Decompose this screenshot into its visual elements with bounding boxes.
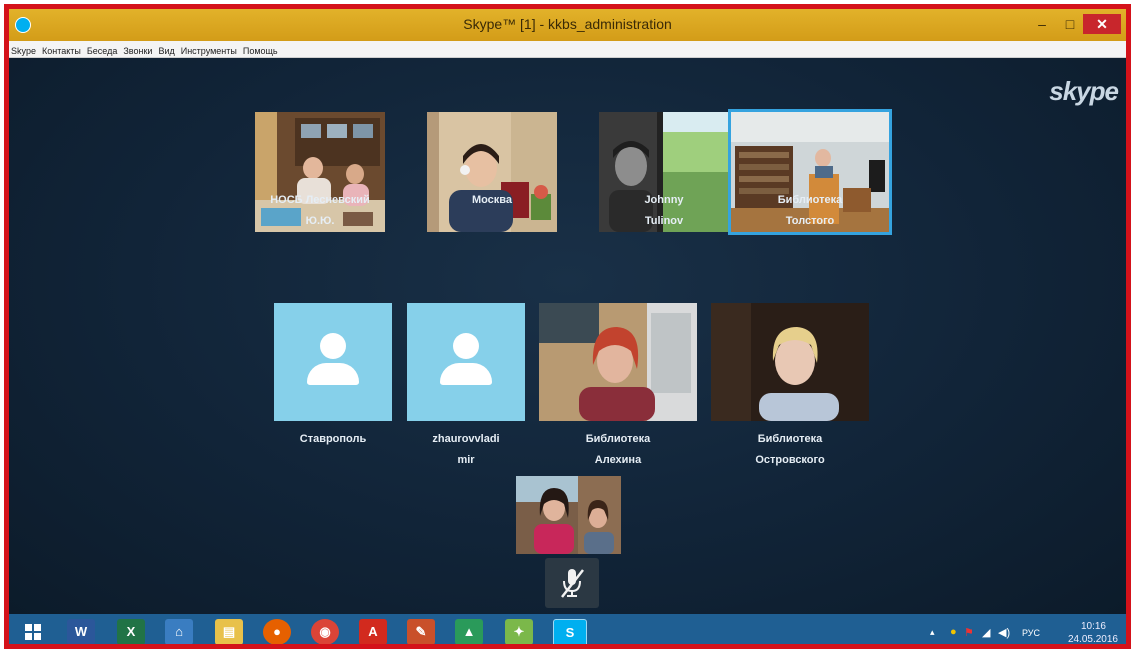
menu-contacts[interactable]: Контакты [39, 43, 84, 57]
participant-name-line2: mir [457, 454, 475, 466]
participant-name-moscow: Москва [417, 190, 567, 211]
menu-tools[interactable]: Инструменты [178, 43, 240, 57]
drive-icon[interactable]: ▲ [455, 619, 483, 644]
participant-video-library-alekhin[interactable] [539, 303, 697, 421]
video-frame [711, 303, 869, 421]
volume-icon[interactable]: ◀) [998, 626, 1010, 639]
avatar-placeholder-icon [320, 333, 346, 359]
menu-conversation[interactable]: Беседа [84, 43, 120, 57]
participant-name-line2: Алехина [594, 454, 642, 466]
firefox-icon[interactable]: ● [263, 619, 291, 644]
participant-name-line1: Библиотека [585, 433, 651, 445]
skype-window: Skype™ [1] - kkbs_administration – □ ✕ S… [4, 4, 1131, 649]
paint-icon[interactable]: ✎ [407, 619, 435, 644]
participant-name-stavropol: Ставрополь [258, 429, 408, 450]
file-explorer-icon[interactable]: ▤ [215, 619, 243, 644]
video-frame [539, 303, 697, 421]
participant-name-line2: Tulinov [644, 215, 684, 227]
mute-microphone-button[interactable] [545, 558, 599, 608]
acrobat-icon[interactable]: A [359, 619, 387, 644]
participant-name-library-tolstoy: Библиотека Толстого [735, 190, 885, 232]
menu-bar: Skype Контакты Беседа Звонки Вид Инструменты П… [9, 41, 1126, 58]
windows-start-button[interactable] [13, 619, 53, 644]
clock-date[interactable]: 24.05.2016 [1068, 634, 1118, 644]
participant-name-line1: Ставрополь [299, 433, 367, 445]
video-frame [516, 476, 621, 554]
self-video-preview[interactable] [516, 476, 621, 554]
video-frame [427, 112, 557, 232]
clock-time[interactable]: 10:16 [1081, 621, 1106, 632]
windows-taskbar: W X ⌂ ▤ ● ◉ A ✎ ▲ ✦ S ▴ ● ⚑ ◢ ◀) РУС 10:… [9, 614, 1126, 644]
participant-name-line2: Толстого [785, 215, 835, 227]
participant-name-line2: Ю.Ю. [305, 215, 335, 227]
microphone-muted-icon [561, 569, 584, 598]
minimize-button[interactable]: – [1031, 14, 1053, 34]
maximize-button[interactable]: □ [1059, 14, 1081, 34]
skype-logo: skype [1049, 76, 1119, 106]
participant-name-line1: НОСБ Лесневский [270, 194, 370, 206]
menu-calls[interactable]: Звонки [120, 43, 155, 57]
menu-skype[interactable]: Skype [9, 43, 39, 57]
participant-name-johnny-tulinov: Johnny Tulinov [589, 190, 739, 232]
participant-name-zhaurovvladimir: zhaurovvladi mir [391, 429, 541, 471]
tray-flag-icon[interactable]: ⚑ [964, 626, 974, 639]
participant-video-library-ostrovsky[interactable] [711, 303, 869, 421]
menu-view[interactable]: Вид [155, 43, 177, 57]
title-bar[interactable]: Skype™ [1] - kkbs_administration – □ ✕ [9, 9, 1126, 41]
network-icon[interactable]: ⌂ [165, 619, 193, 644]
participant-name-line1: Библиотека [777, 194, 843, 206]
participant-avatar-zhaurovvladimir[interactable] [407, 303, 525, 421]
word-icon[interactable]: W [67, 619, 95, 644]
tray-warning-icon[interactable]: ● [950, 626, 957, 638]
call-stage: skype НОСБ Лесневский Ю.Ю. Москва Johnny… [9, 58, 1126, 614]
system-tray: ▴ ● ⚑ ◢ ◀) РУС 10:16 24.05.2016 [930, 618, 1120, 644]
close-button[interactable]: ✕ [1083, 14, 1121, 34]
participant-name-line1: Библиотека [757, 433, 823, 445]
chrome-icon[interactable]: ◉ [311, 619, 339, 644]
avatar-placeholder-body [307, 363, 359, 385]
participant-avatar-stavropol[interactable] [274, 303, 392, 421]
participant-name-line1: Москва [471, 194, 513, 206]
skype-icon[interactable]: S [553, 619, 587, 644]
network-signal-icon[interactable]: ◢ [982, 626, 990, 639]
participant-name-line2: Островского [755, 454, 825, 466]
menu-help[interactable]: Помощь [240, 43, 281, 57]
puzzle-icon[interactable]: ✦ [505, 619, 533, 644]
excel-icon[interactable]: X [117, 619, 145, 644]
window-title: Skype™ [1] - kkbs_administration [463, 16, 672, 32]
participant-name-library-alekhin: Библиотека Алехина [543, 429, 693, 471]
avatar-placeholder-body [440, 363, 492, 385]
participant-name-line1: zhaurovvladi [432, 433, 500, 445]
participant-name-lesnevsky: НОСБ Лесневский Ю.Ю. [245, 190, 395, 232]
windows-logo-icon [25, 624, 41, 640]
participant-name-library-ostrovsky: Библиотека Островского [715, 429, 865, 471]
tray-arrow-icon[interactable]: ▴ [930, 627, 935, 638]
avatar-placeholder-icon [453, 333, 479, 359]
participant-name-line1: Johnny [644, 194, 684, 206]
input-language[interactable]: РУС [1022, 628, 1040, 638]
participant-video-moscow[interactable] [427, 112, 557, 232]
